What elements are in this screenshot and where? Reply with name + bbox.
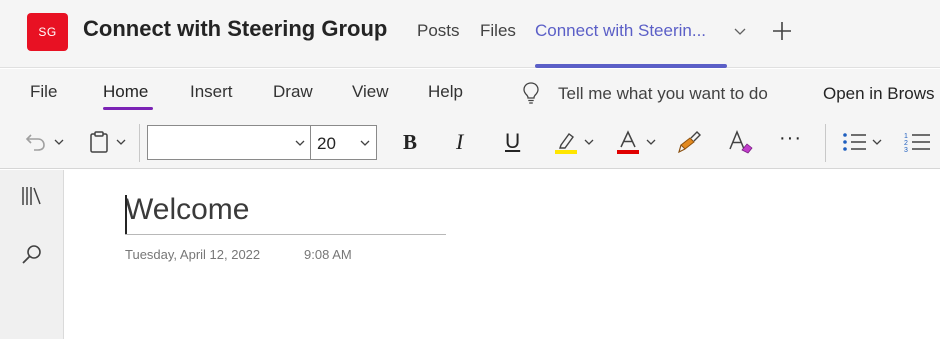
bullet-list-icon xyxy=(843,133,866,151)
active-tab-indicator xyxy=(535,64,727,68)
channel-header: SG Connect with Steering Group Posts Fil… xyxy=(0,0,940,68)
ribbon-tab-view[interactable]: View xyxy=(352,82,389,102)
open-in-browser-button[interactable]: Open in Brows xyxy=(823,84,935,104)
ribbon-tab-home[interactable]: Home xyxy=(103,82,148,102)
bold-button[interactable]: B xyxy=(403,127,417,157)
notebooks-icon[interactable] xyxy=(20,184,44,208)
highlight-button[interactable] xyxy=(553,127,594,157)
underline-button[interactable]: U xyxy=(505,127,520,157)
chevron-down-icon xyxy=(360,140,370,146)
plus-icon[interactable] xyxy=(771,20,793,42)
search-icon[interactable] xyxy=(20,242,44,266)
clear-formatting-icon xyxy=(729,130,753,154)
home-tab-indicator xyxy=(103,107,153,110)
chevron-down-icon xyxy=(116,139,126,145)
ribbon: File Home Insert Draw View Help Tell me … xyxy=(0,69,940,169)
bullet-list-button[interactable] xyxy=(842,127,882,157)
page-time: 9:08 AM xyxy=(304,247,352,262)
lightbulb-icon xyxy=(523,82,539,104)
toolbar-divider xyxy=(139,124,140,162)
ribbon-tab-draw[interactable]: Draw xyxy=(273,82,313,102)
ribbon-tab-insert[interactable]: Insert xyxy=(190,82,233,102)
numbered-list-button[interactable]: 1 2 3 xyxy=(903,127,933,157)
format-painter-button[interactable] xyxy=(677,127,703,157)
font-color-icon xyxy=(617,130,639,154)
page-title[interactable]: Welcome xyxy=(125,193,249,227)
more-options-button[interactable]: ··· xyxy=(779,123,802,153)
font-size-value: 20 xyxy=(317,134,336,153)
undo-button[interactable] xyxy=(24,127,64,157)
svg-text:2: 2 xyxy=(904,140,908,147)
chevron-down-icon xyxy=(584,139,594,145)
tab-connect-with-steering[interactable]: Connect with Steerin... xyxy=(535,21,720,41)
chevron-down-icon xyxy=(295,140,305,146)
clear-formatting-button[interactable] xyxy=(727,127,755,157)
svg-text:1: 1 xyxy=(904,133,908,140)
font-size-dropdown[interactable]: 20 xyxy=(311,125,377,160)
title-underline xyxy=(125,234,446,235)
chevron-down-icon[interactable] xyxy=(733,24,747,38)
tab-posts[interactable]: Posts xyxy=(417,21,460,41)
tab-files[interactable]: Files xyxy=(480,21,516,41)
chevron-down-icon xyxy=(872,139,882,145)
tell-me-search[interactable]: Tell me what you want to do xyxy=(558,84,768,104)
numbered-list-icon: 1 2 3 xyxy=(904,133,930,154)
chevron-down-icon xyxy=(646,139,656,145)
font-color-button[interactable] xyxy=(615,127,656,157)
team-title: Connect with Steering Group xyxy=(83,16,388,41)
ribbon-tab-help[interactable]: Help xyxy=(428,82,463,102)
clipboard-icon xyxy=(90,131,108,153)
svg-text:3: 3 xyxy=(904,147,908,154)
chevron-down-icon xyxy=(54,139,64,145)
text-cursor xyxy=(125,195,127,234)
team-avatar[interactable]: SG xyxy=(27,13,68,51)
toolbar-divider xyxy=(825,124,826,162)
highlighter-icon xyxy=(555,133,577,154)
format-painter-icon xyxy=(678,131,701,154)
font-name-dropdown[interactable] xyxy=(147,125,311,160)
page-date: Tuesday, April 12, 2022 xyxy=(125,247,261,262)
left-rail xyxy=(0,170,64,339)
italic-button[interactable]: I xyxy=(456,127,463,157)
undo-icon xyxy=(25,134,45,151)
paste-button[interactable] xyxy=(88,127,126,157)
ribbon-tab-file[interactable]: File xyxy=(30,82,57,102)
